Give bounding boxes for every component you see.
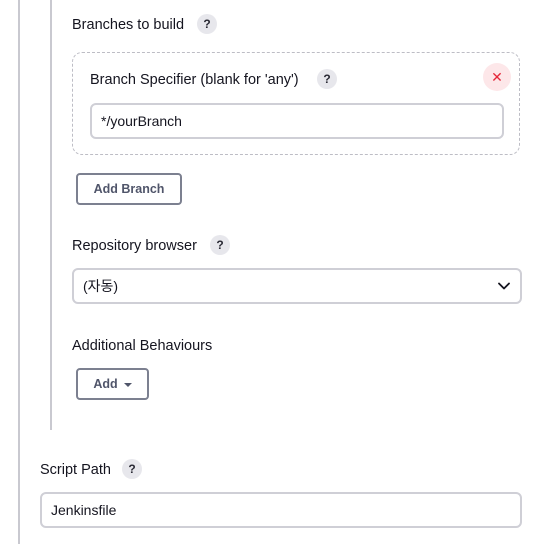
branch-specifier-input[interactable]: */yourBranch xyxy=(90,103,504,139)
repository-browser-selected: (자동) xyxy=(83,278,119,294)
add-behaviour-label: Add xyxy=(93,377,118,391)
help-icon[interactable]: ? xyxy=(317,69,337,89)
script-path-value: Jenkinsfile xyxy=(51,502,117,518)
delete-branch-button[interactable]: ✕ xyxy=(483,63,511,91)
branches-to-build-label: Branches to build xyxy=(72,17,185,33)
script-path-input[interactable]: Jenkinsfile xyxy=(40,492,522,528)
outer-section-rule xyxy=(18,0,20,544)
close-icon: ✕ xyxy=(491,68,503,85)
script-path-label: Script Path xyxy=(40,462,111,478)
add-branch-button[interactable]: Add Branch xyxy=(76,173,182,205)
add-behaviour-button[interactable]: Add xyxy=(76,368,149,400)
repository-browser-label: Repository browser xyxy=(72,238,197,254)
chevron-down-icon xyxy=(498,282,510,290)
repository-browser-select[interactable]: (자동) xyxy=(72,268,522,304)
help-icon[interactable]: ? xyxy=(210,235,230,255)
help-icon[interactable]: ? xyxy=(197,14,217,34)
inner-section-rule xyxy=(50,0,52,430)
branch-specifier-label: Branch Specifier (blank for 'any') xyxy=(90,72,299,88)
caret-down-icon xyxy=(123,382,132,387)
help-icon[interactable]: ? xyxy=(122,459,142,479)
additional-behaviours-label: Additional Behaviours xyxy=(72,338,213,354)
branch-specifier-value: */yourBranch xyxy=(101,113,182,129)
